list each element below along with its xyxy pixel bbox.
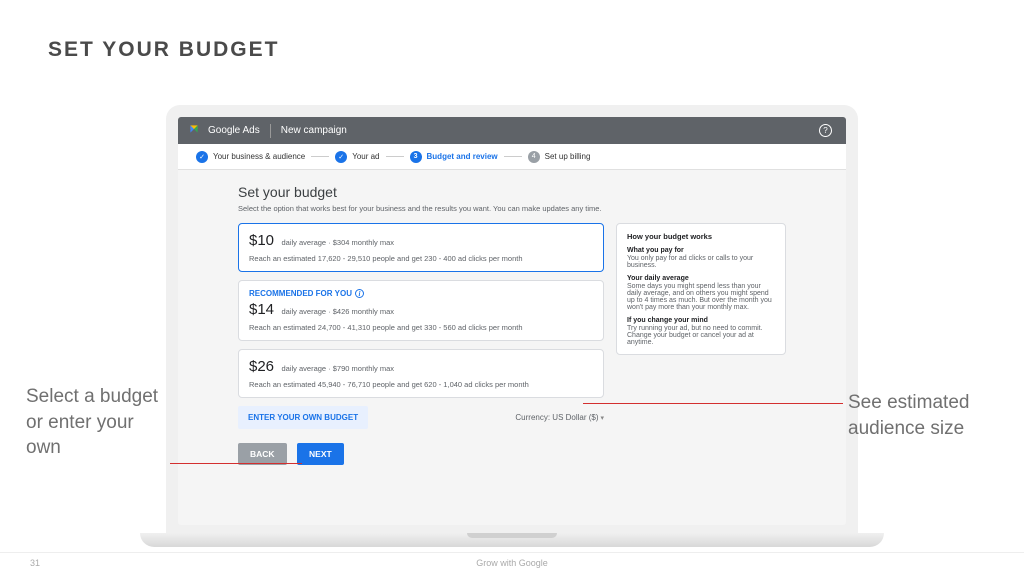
step-connector — [311, 156, 329, 157]
price-info: daily average · $790 monthly max — [281, 364, 394, 373]
info-heading: What you pay for — [627, 247, 775, 254]
info-column: How your budget works What you pay for Y… — [616, 223, 786, 465]
recommended-badge: RECOMMENDED FOR YOUi — [249, 289, 593, 298]
columns: $10 daily average · $304 monthly max Rea… — [238, 223, 786, 465]
reach-estimate: Reach an estimated 17,620 - 29,510 peopl… — [249, 254, 593, 263]
budget-card-10[interactable]: $10 daily average · $304 monthly max Rea… — [238, 223, 604, 272]
budget-card-14[interactable]: RECOMMENDED FOR YOUi $14 daily average ·… — [238, 280, 604, 341]
brand-name: Google Ads — [208, 125, 260, 136]
step-connector — [386, 156, 404, 157]
laptop-frame: Google Ads New campaign ? Your business … — [166, 105, 858, 537]
footer-text: Grow with Google — [0, 552, 1024, 568]
content-area: Set your budget Select the option that w… — [178, 170, 846, 525]
annotation-line-icon — [583, 403, 843, 404]
info-heading: Your daily average — [627, 275, 775, 282]
info-icon[interactable]: i — [355, 289, 364, 298]
price: $26 — [249, 358, 274, 375]
budget-info-card: How your budget works What you pay for Y… — [616, 223, 786, 355]
step-connector — [504, 156, 522, 157]
laptop-base — [140, 533, 884, 547]
reach-estimate: Reach an estimated 45,940 - 76,710 peopl… — [249, 380, 593, 389]
context-label: New campaign — [281, 125, 347, 136]
step-budget[interactable]: 3 Budget and review — [410, 151, 498, 163]
price-info: daily average · $426 monthly max — [281, 307, 394, 316]
info-heading: If you change your mind — [627, 317, 775, 324]
google-ads-logo-icon — [190, 125, 202, 137]
check-icon — [335, 151, 347, 163]
price: $14 — [249, 301, 274, 318]
check-icon — [196, 151, 208, 163]
price: $10 — [249, 232, 274, 249]
budget-card-26[interactable]: $26 daily average · $790 monthly max Rea… — [238, 349, 604, 398]
step-label: Your business & audience — [213, 152, 305, 161]
budget-options-column: $10 daily average · $304 monthly max Rea… — [238, 223, 604, 465]
price-info: daily average · $304 monthly max — [281, 238, 394, 247]
callout-audience-size: See estimated audience size — [848, 390, 1008, 441]
step-business[interactable]: Your business & audience — [196, 151, 305, 163]
app-topbar: Google Ads New campaign ? — [178, 117, 846, 144]
help-icon[interactable]: ? — [819, 124, 832, 137]
own-budget-row: ENTER YOUR OWN BUDGET Currency: US Dolla… — [238, 406, 604, 429]
step-your-ad[interactable]: Your ad — [335, 151, 379, 163]
step-label: Your ad — [352, 152, 379, 161]
info-text: Some days you might spend less than your… — [627, 283, 775, 311]
back-button[interactable]: BACK — [238, 443, 287, 465]
info-text: You only pay for ad clicks or calls to y… — [627, 255, 775, 269]
step-number-icon: 3 — [410, 151, 422, 163]
step-billing[interactable]: 4 Set up billing — [528, 151, 591, 163]
enter-own-budget-button[interactable]: ENTER YOUR OWN BUDGET — [238, 406, 368, 429]
step-label: Budget and review — [427, 152, 498, 161]
callout-select-budget: Select a budget or enter your own — [26, 384, 186, 461]
annotation-line-icon — [170, 463, 302, 464]
step-label: Set up billing — [545, 152, 591, 161]
currency-selector[interactable]: Currency: US Dollar ($) — [515, 413, 604, 422]
info-title: How your budget works — [627, 232, 775, 241]
section-subtitle: Select the option that works best for yo… — [238, 204, 786, 213]
reach-estimate: Reach an estimated 24,700 - 41,310 peopl… — [249, 323, 593, 332]
step-number-icon: 4 — [528, 151, 540, 163]
step-bar: Your business & audience Your ad 3 Budge… — [178, 144, 846, 170]
info-text: Try running your ad, but no need to comm… — [627, 325, 775, 346]
next-button[interactable]: NEXT — [297, 443, 344, 465]
divider — [270, 124, 271, 138]
section-title: Set your budget — [238, 184, 786, 200]
nav-buttons: BACK NEXT — [238, 443, 604, 465]
slide-title: SET YOUR BUDGET — [48, 38, 279, 62]
